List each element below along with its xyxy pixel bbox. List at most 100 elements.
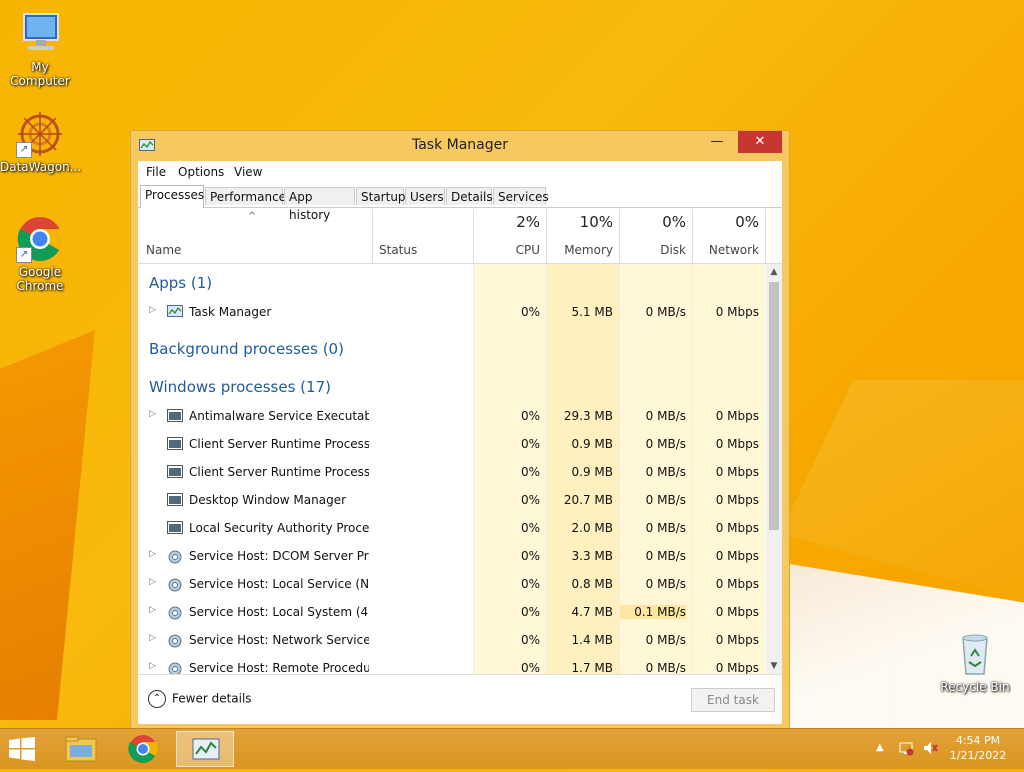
tab-strip: Processes Performance App history Startu… — [138, 185, 782, 222]
minimize-button[interactable]: — — [704, 131, 730, 153]
show-hidden-icons-icon[interactable]: ▲ — [876, 742, 884, 753]
process-network: 0 Mbps — [715, 493, 759, 507]
expand-arrow-icon[interactable]: ▷ — [149, 661, 156, 671]
gear-icon — [167, 577, 183, 592]
chevron-up-icon: ⌃ — [148, 690, 166, 708]
process-disk: 0 MB/s — [645, 305, 686, 319]
title-bar[interactable]: Task Manager — ☐ ✕ — [131, 131, 789, 161]
gear-icon — [167, 549, 183, 564]
expand-arrow-icon[interactable]: ▷ — [149, 549, 156, 559]
recycle-bin-icon — [951, 630, 999, 678]
expand-arrow-icon[interactable]: ▷ — [149, 577, 156, 587]
process-network: 0 Mbps — [715, 577, 759, 591]
tab-details[interactable]: Details — [446, 187, 493, 205]
task-manager-icon — [167, 305, 183, 318]
tab-app-history[interactable]: App history — [284, 187, 355, 222]
column-network[interactable]: Network — [693, 243, 759, 257]
desktop-icon-google-chrome[interactable]: ↗ Google Chrome — [0, 215, 80, 293]
process-disk: 0 MB/s — [645, 633, 686, 647]
process-cpu: 0% — [520, 521, 540, 535]
datawagon-icon: ↗ — [16, 110, 64, 158]
network-total[interactable]: 0% — [693, 213, 759, 231]
memory-total[interactable]: 10% — [547, 213, 613, 231]
close-button[interactable]: ✕ — [738, 131, 782, 153]
tab-performance[interactable]: Performance — [205, 187, 286, 205]
desktop-icon-my-computer[interactable]: My Computer — [0, 10, 80, 88]
column-divider — [372, 209, 373, 263]
scroll-up-icon[interactable]: ▲ — [766, 264, 782, 280]
column-name[interactable]: Name — [146, 243, 181, 257]
network-icon[interactable] — [898, 740, 914, 759]
window-title: Task Manager — [411, 137, 509, 153]
window-client-area: File Options View Processes Performance … — [138, 161, 782, 724]
window-process-icon — [167, 409, 183, 422]
process-row[interactable]: ▷ Task Manager 0% 5.1 MB 0 MB/s 0 Mbps — [138, 298, 765, 326]
window-process-icon — [167, 521, 183, 534]
tab-processes[interactable]: Processes — [140, 185, 204, 208]
process-row[interactable]: Client Server Runtime Process 0% 0.9 MB … — [138, 458, 765, 486]
group-background[interactable]: Background processes (0) — [149, 340, 344, 358]
group-apps[interactable]: Apps (1) — [149, 274, 212, 292]
process-row[interactable]: ▷ Service Host: Network Service 0% 1.4 M… — [138, 626, 765, 654]
process-network: 0 Mbps — [715, 409, 759, 423]
process-cpu: 0% — [520, 605, 540, 619]
process-memory: 3.3 MB — [571, 549, 613, 563]
process-network: 0 Mbps — [715, 465, 759, 479]
fewer-details-button[interactable]: ⌃ Fewer details — [148, 690, 252, 708]
desktop-icon-recycle-bin[interactable]: Recycle Bin — [935, 630, 1015, 694]
process-cpu: 0% — [520, 493, 540, 507]
expand-arrow-icon[interactable]: ▷ — [149, 633, 156, 643]
column-disk[interactable]: Disk — [620, 243, 686, 257]
start-button[interactable] — [8, 737, 36, 761]
expand-arrow-icon[interactable]: ▷ — [149, 409, 156, 419]
menu-file[interactable]: File — [146, 165, 166, 179]
scrollbar-thumb[interactable] — [769, 282, 779, 530]
process-row[interactable]: ▷ Service Host: Remote Procedure... 0% 1… — [138, 654, 765, 674]
volume-muted-icon[interactable] — [922, 740, 938, 759]
process-row[interactable]: ▷ Service Host: Local System (4) 0% 4.7 … — [138, 598, 765, 626]
tab-users[interactable]: Users — [405, 187, 445, 205]
disk-total[interactable]: 0% — [620, 213, 686, 231]
sort-caret-icon[interactable]: ^ — [248, 211, 256, 222]
column-status[interactable]: Status — [379, 243, 417, 257]
process-disk: 0 MB/s — [645, 437, 686, 451]
desktop-icon-label: DataWagon... — [0, 160, 82, 174]
process-row[interactable]: Desktop Window Manager 0% 20.7 MB 0 MB/s… — [138, 486, 765, 514]
process-memory: 1.7 MB — [571, 661, 613, 674]
taskbar-task-manager[interactable] — [176, 731, 234, 767]
taskbar-file-explorer[interactable] — [52, 731, 110, 767]
process-disk: 0.1 MB/s — [620, 605, 686, 619]
tab-startup[interactable]: Startup — [356, 187, 406, 205]
system-clock[interactable]: 4:54 PM 1/21/2022 — [946, 733, 1010, 763]
process-row[interactable]: Local Security Authority Process 0% 2.0 … — [138, 514, 765, 542]
column-memory[interactable]: Memory — [547, 243, 613, 257]
process-network: 0 Mbps — [715, 661, 759, 674]
cpu-total[interactable]: 2% — [474, 213, 540, 231]
scroll-down-icon[interactable]: ▼ — [766, 658, 782, 674]
taskbar-chrome[interactable] — [114, 731, 172, 767]
end-task-button[interactable]: End task — [691, 688, 775, 712]
desktop-icon-label: Google Chrome — [16, 265, 64, 293]
expand-arrow-icon[interactable]: ▷ — [149, 305, 156, 315]
vertical-scrollbar[interactable]: ▲ ▼ — [766, 264, 782, 674]
process-row[interactable]: ▷ Service Host: DCOM Server Proc... 0% 3… — [138, 542, 765, 570]
menu-view[interactable]: View — [234, 165, 262, 179]
process-row[interactable]: ▷ Antimalware Service Executable 0% 29.3… — [138, 402, 765, 430]
process-name: Antimalware Service Executable — [189, 409, 369, 423]
process-disk: 0 MB/s — [645, 577, 686, 591]
desktop-icon-datawagon[interactable]: ↗ DataWagon... — [0, 110, 82, 174]
process-cpu: 0% — [520, 305, 540, 319]
process-disk: 0 MB/s — [645, 549, 686, 563]
tab-services[interactable]: Services — [493, 187, 549, 205]
expand-arrow-icon[interactable]: ▷ — [149, 605, 156, 615]
process-disk: 0 MB/s — [645, 465, 686, 479]
process-name: Desktop Window Manager — [189, 493, 347, 507]
process-row[interactable]: Client Server Runtime Process 0% 0.9 MB … — [138, 430, 765, 458]
process-row[interactable]: ▷ Service Host: Local Service (No I... 0… — [138, 570, 765, 598]
group-windows[interactable]: Windows processes (17) — [149, 378, 331, 396]
process-cpu: 0% — [520, 409, 540, 423]
gear-icon — [167, 605, 183, 620]
column-cpu[interactable]: CPU — [474, 243, 540, 257]
menu-options[interactable]: Options — [178, 165, 224, 179]
window-process-icon — [167, 465, 183, 478]
